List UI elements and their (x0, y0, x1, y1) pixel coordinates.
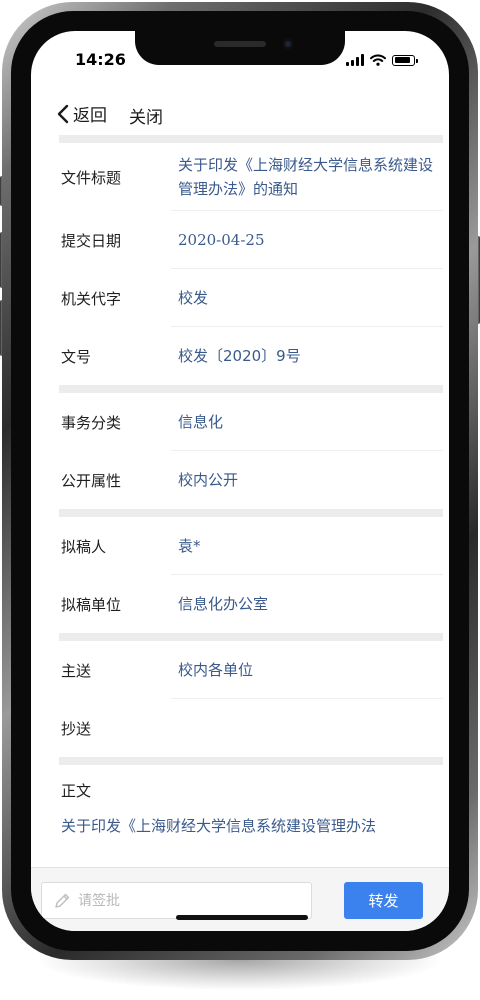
field-label: 公开属性 (61, 471, 122, 490)
wifi-icon (370, 54, 386, 66)
signal-icon (346, 54, 364, 66)
home-indicator[interactable] (176, 915, 308, 920)
body-text: 关于印发《上海财经大学信息系统建设管理办法 (61, 817, 377, 835)
row-doc-no: 文号 校发〔2020〕9号 (59, 327, 443, 385)
field-label: 主送 (61, 661, 92, 680)
row-to: 主送 校内各单位 (59, 641, 443, 699)
pencil-icon (55, 893, 70, 908)
field-label: 事务分类 (61, 413, 122, 432)
section-gap (59, 757, 443, 765)
row-public: 公开属性 校内公开 (59, 451, 443, 509)
close-button[interactable]: 关闭 (129, 103, 163, 128)
section-gap (59, 509, 443, 517)
field-label: 提交日期 (61, 231, 122, 250)
field-value: 2020-04-25 (178, 231, 265, 249)
field-label: 机关代字 (61, 289, 122, 308)
field-value: 信息化办公室 (178, 595, 269, 613)
nav-bar: 返回 关闭 (31, 95, 449, 139)
front-camera (283, 39, 293, 49)
row-dept: 拟稿单位 信息化办公室 (59, 575, 443, 633)
phone-screen: 14:26 返回 关闭 文件标题 关于印发《上海财经大学信息系统建设管理办法》的… (31, 31, 449, 931)
phone-frame: 14:26 返回 关闭 文件标题 关于印发《上海财经大学信息系统建设管理办法》的… (2, 2, 478, 960)
status-icons (346, 53, 418, 67)
notch (135, 31, 345, 65)
phone-bezel: 14:26 返回 关闭 文件标题 关于印发《上海财经大学信息系统建设管理办法》的… (11, 11, 469, 951)
row-date: 提交日期 2020-04-25 (59, 211, 443, 269)
row-drafter: 拟稿人 袁* (59, 517, 443, 575)
field-label: 抄送 (61, 719, 92, 738)
status-time: 14:26 (75, 50, 126, 69)
chevron-left-icon (57, 104, 69, 123)
field-value: 校内公开 (178, 471, 239, 489)
document-details[interactable]: 文件标题 关于印发《上海财经大学信息系统建设管理办法》的通知 提交日期 2020… (59, 135, 443, 867)
section-gap (59, 385, 443, 393)
field-label: 文号 (61, 347, 92, 366)
earpiece-speaker (214, 41, 266, 47)
body-label: 正文 (61, 781, 92, 800)
section-gap (59, 135, 443, 143)
forward-button[interactable]: 转发 (344, 882, 423, 919)
field-value: 关于印发《上海财经大学信息系统建设管理办法》的通知 (178, 156, 434, 198)
row-category: 事务分类 信息化 (59, 393, 443, 451)
field-label: 拟稿单位 (61, 595, 122, 614)
section-gap (59, 633, 443, 641)
battery-icon (392, 54, 418, 66)
back-label: 返回 (73, 106, 107, 126)
field-value: 校发〔2020〕9号 (178, 347, 301, 365)
row-cc: 抄送 (59, 699, 443, 757)
back-button[interactable]: 返回 (55, 101, 107, 126)
row-title: 文件标题 关于印发《上海财经大学信息系统建设管理办法》的通知 (59, 143, 443, 211)
sign-input[interactable] (78, 892, 278, 909)
field-label: 文件标题 (61, 168, 122, 187)
sign-field[interactable] (41, 882, 312, 919)
bottom-action-bar: 转发 (31, 867, 449, 931)
field-label: 拟稿人 (61, 537, 107, 556)
field-value: 信息化 (178, 413, 224, 431)
field-value: 校内各单位 (178, 661, 254, 679)
field-value: 校发 (178, 289, 209, 307)
row-agency: 机关代字 校发 (59, 269, 443, 327)
field-value: 袁* (178, 537, 201, 555)
